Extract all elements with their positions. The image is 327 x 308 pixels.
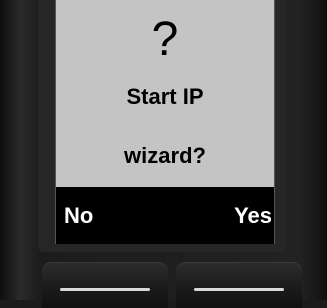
softkey-bar: No Yes: [56, 187, 274, 244]
dialog-line-2: wizard?: [124, 143, 206, 168]
left-softkey-button[interactable]: [42, 262, 168, 308]
question-icon: ?: [151, 13, 179, 66]
minus-line-icon: [60, 288, 150, 291]
softkey-yes[interactable]: Yes: [234, 201, 272, 231]
dialog-line-1: Start IP: [126, 84, 204, 109]
softkey-no[interactable]: No: [64, 201, 93, 231]
right-softkey-button[interactable]: [176, 262, 302, 308]
display-screen: ? Start IP wizard? No Yes: [55, 0, 275, 244]
hardware-keys: [0, 252, 327, 308]
minus-line-icon: [194, 288, 284, 291]
